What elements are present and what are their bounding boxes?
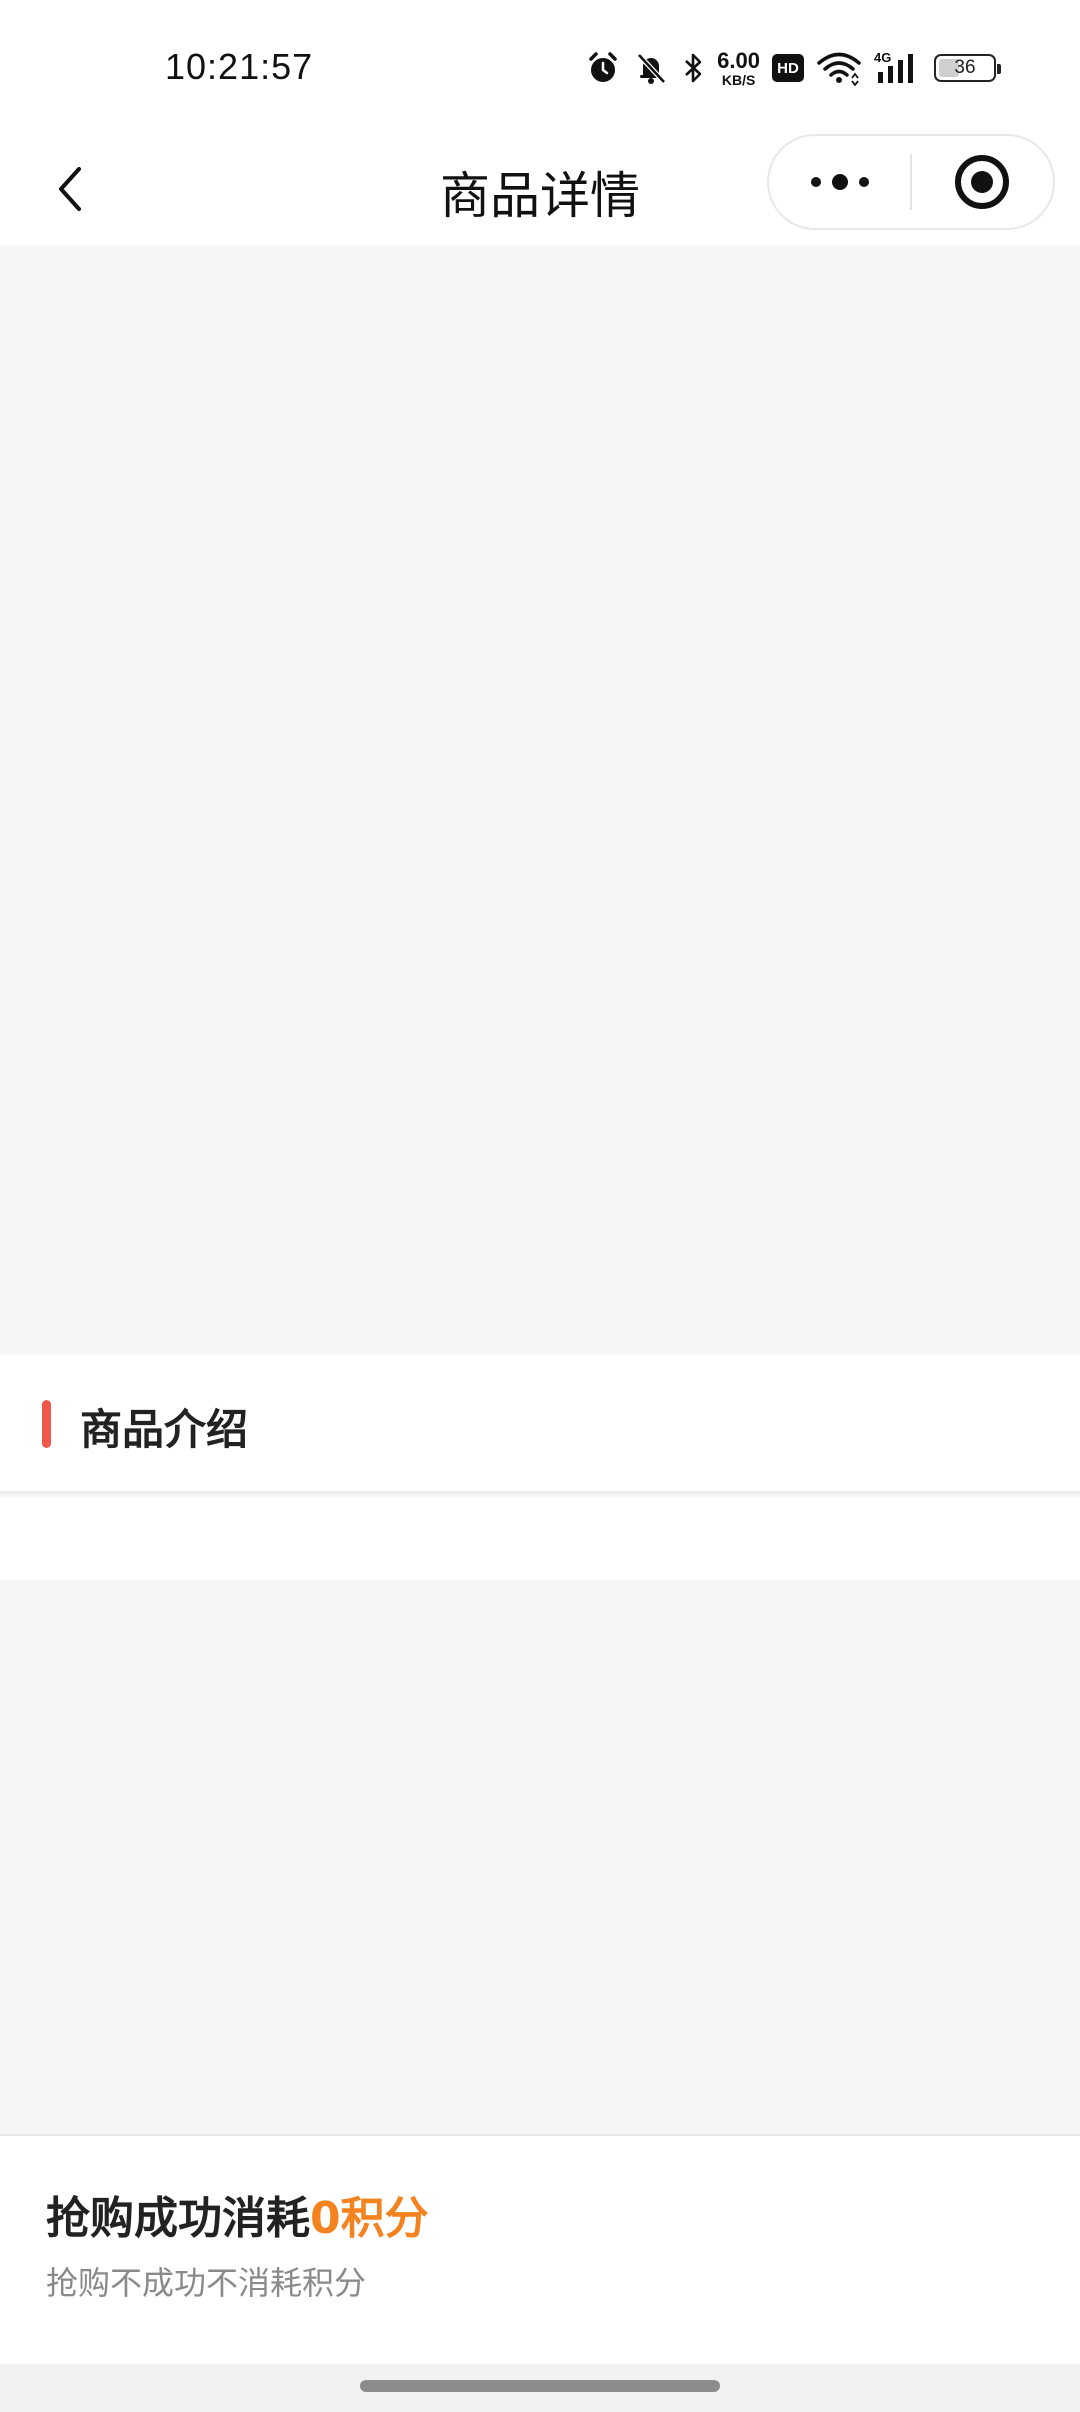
product-detail-page: 10:21:57 6.00 KB/S HD 4G 36 商品详情 商品介绍 抢购… bbox=[0, 0, 1080, 2412]
points-cost-note: 抢购不成功不消耗积分 bbox=[46, 2264, 367, 2302]
product-intro-header: 商品介绍 bbox=[0, 1354, 1080, 1494]
bottom-purchase-bar: 抢购成功消耗0积分 抢购不成功不消耗积分 bbox=[0, 2134, 1080, 2364]
close-miniprogram-button[interactable] bbox=[912, 136, 1053, 228]
wifi-icon bbox=[816, 50, 862, 86]
status-icons: 6.00 KB/S HD 4G 36 bbox=[585, 44, 1001, 92]
bluetooth-icon bbox=[681, 50, 705, 86]
status-bar: 10:21:57 6.00 KB/S HD 4G 36 bbox=[0, 0, 1080, 132]
gesture-area bbox=[0, 2364, 1080, 2412]
network-speed-value: 6.00 bbox=[717, 47, 760, 73]
points-cost-prefix: 抢购成功消耗 bbox=[46, 2193, 310, 2244]
network-speed-unit: KB/S bbox=[721, 71, 756, 88]
network-speed: 6.00 KB/S bbox=[717, 47, 760, 88]
section-accent-bar bbox=[42, 1400, 51, 1448]
network-type-label: 4G bbox=[874, 50, 891, 65]
more-dots-icon bbox=[810, 174, 869, 190]
intro-content-top bbox=[0, 1497, 1080, 1580]
home-indicator[interactable] bbox=[360, 2380, 720, 2392]
status-time: 10:21:57 bbox=[165, 46, 314, 87]
mute-bell-icon bbox=[633, 50, 669, 86]
battery-level: 36 bbox=[954, 57, 976, 78]
miniprogram-capsule bbox=[767, 134, 1055, 230]
alarm-icon bbox=[585, 50, 621, 86]
target-circle-icon bbox=[955, 155, 1010, 209]
points-cost-line: 抢购成功消耗0积分 bbox=[46, 2182, 429, 2246]
product-intro-content bbox=[0, 1580, 1080, 2134]
more-button[interactable] bbox=[769, 136, 910, 228]
hd-icon: HD bbox=[772, 54, 804, 82]
points-cost-value: 0积分 bbox=[310, 2193, 429, 2244]
signal-icon: 4G bbox=[874, 50, 922, 86]
battery-icon: 36 bbox=[934, 54, 1001, 82]
product-image-area[interactable] bbox=[0, 246, 1080, 1354]
section-title: 商品介绍 bbox=[80, 1405, 249, 1454]
